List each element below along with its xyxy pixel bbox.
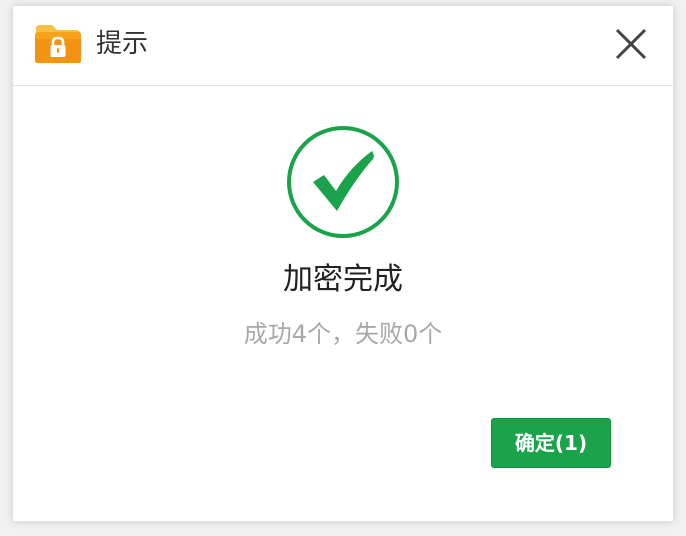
result-heading: 加密完成 [283, 262, 403, 297]
dialog-titlebar: 提示 [13, 6, 673, 86]
dialog-title: 提示 [96, 29, 149, 59]
confirm-button[interactable]: 确定(1) [491, 418, 611, 468]
close-icon [615, 28, 647, 60]
encrypted-folder-icon [33, 21, 83, 65]
result-summary: 成功4个，失败0个 [243, 320, 443, 348]
close-button[interactable] [613, 26, 649, 62]
success-check-circle-icon [286, 125, 400, 239]
encryption-result-dialog: 提示 加密完成 成功4个，失败0个 确定(1) [13, 6, 673, 521]
